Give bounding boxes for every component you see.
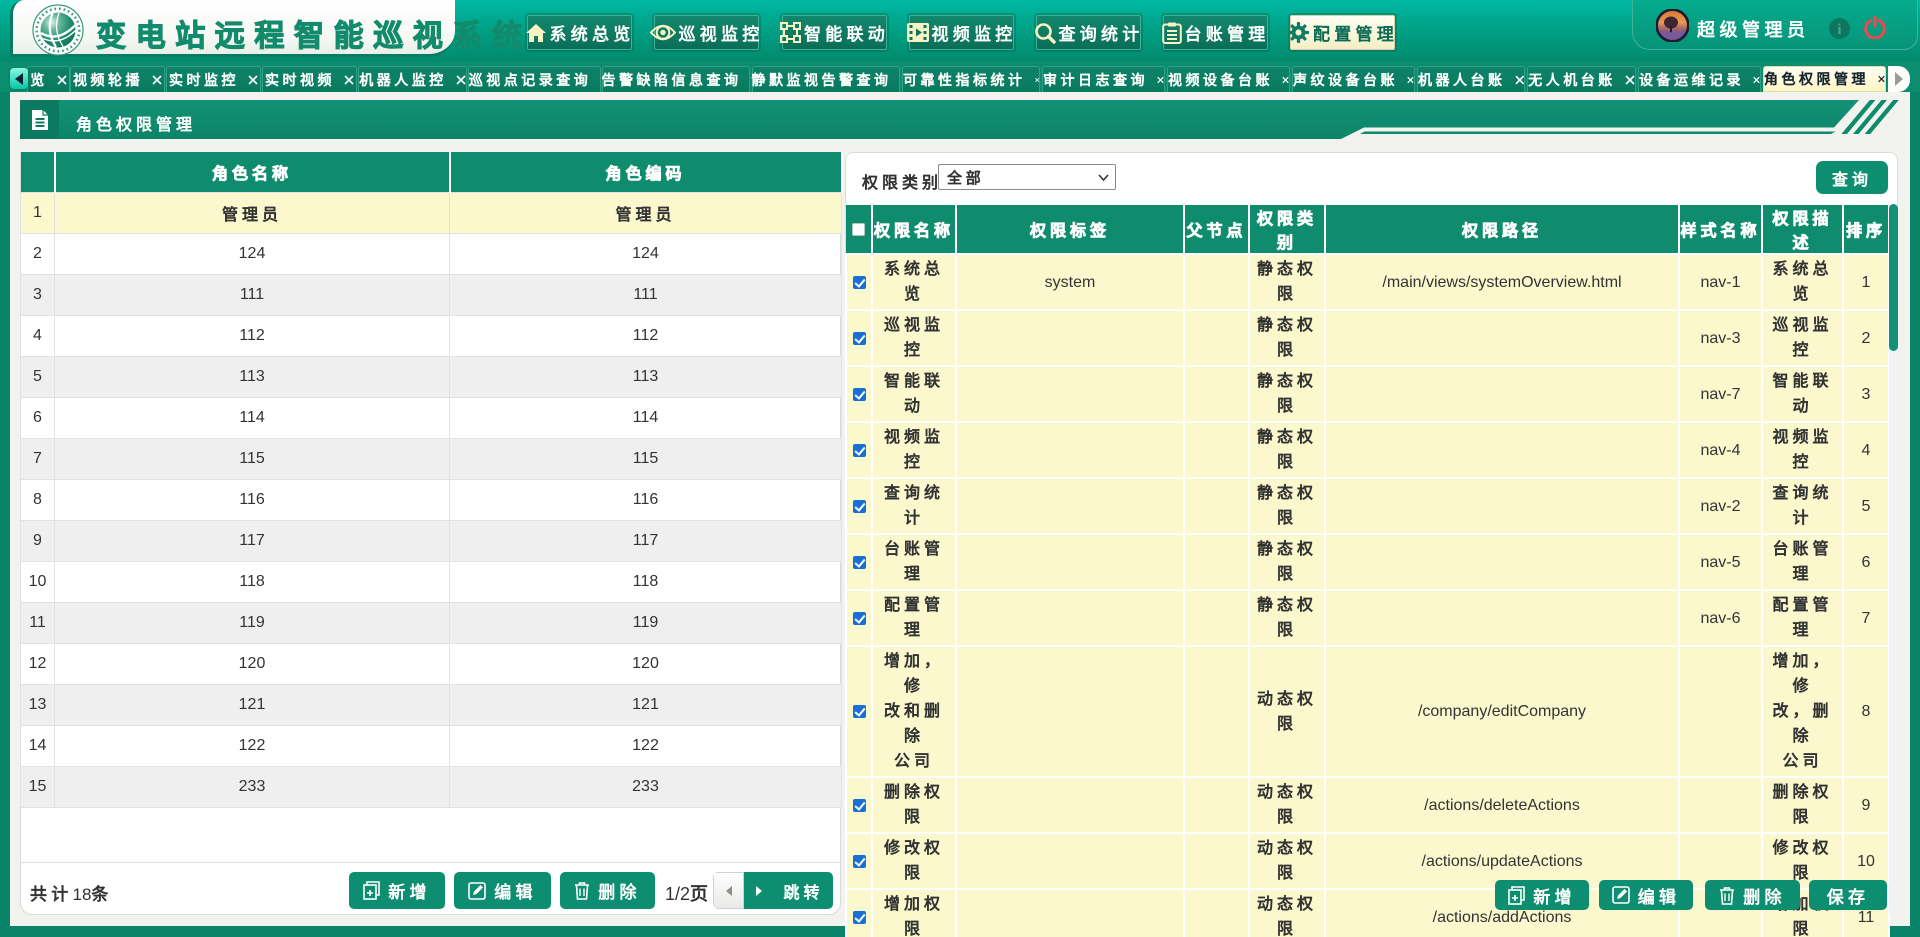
svg-text:i: i — [1837, 22, 1841, 38]
